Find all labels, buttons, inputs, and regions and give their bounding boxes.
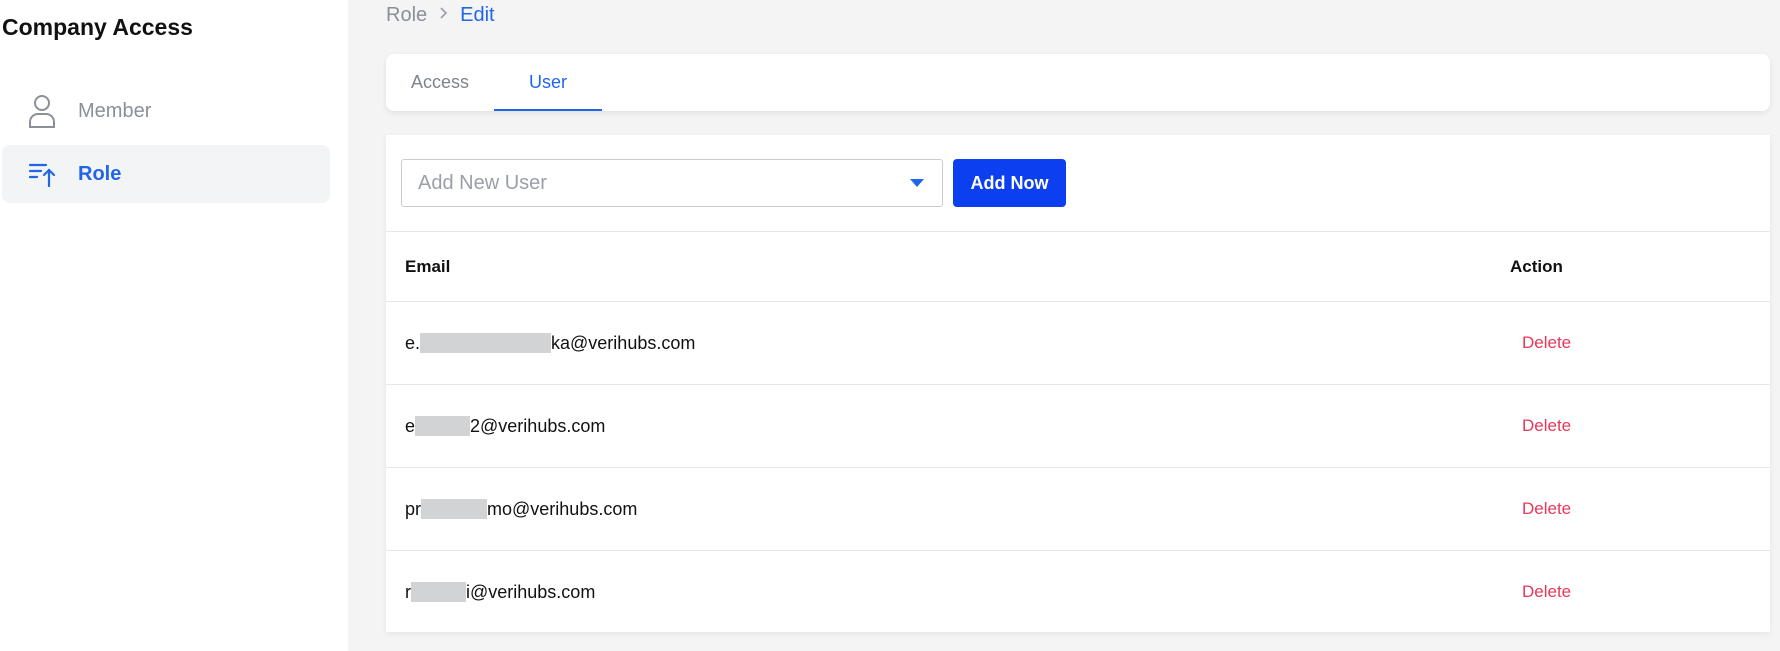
sidebar-item-label: Role bbox=[78, 162, 122, 185]
email-prefix: pr bbox=[405, 498, 422, 519]
add-new-user-select[interactable]: Add New User bbox=[401, 159, 943, 207]
column-header-email: Email bbox=[405, 256, 451, 276]
delete-button[interactable]: Delete bbox=[1522, 468, 1571, 550]
sidebar-item-label: Member bbox=[78, 99, 152, 122]
sidebar-item-role[interactable]: Role bbox=[2, 145, 330, 203]
email-cell: e. ka@verihubs.com bbox=[405, 302, 695, 384]
sidebar-item-member[interactable]: Member bbox=[2, 82, 330, 140]
app-title: Company Access bbox=[2, 14, 193, 40]
email-cell: e 2@verihubs.com bbox=[405, 385, 605, 467]
redacted-block bbox=[415, 416, 471, 436]
delete-button[interactable]: Delete bbox=[1522, 551, 1571, 633]
tab-user[interactable]: User bbox=[494, 54, 602, 111]
table-row: e. ka@verihubs.com Delete bbox=[386, 301, 1770, 384]
email-suffix: ka@verihubs.com bbox=[551, 332, 696, 353]
breadcrumb-edit: Edit bbox=[460, 4, 495, 26]
breadcrumb-role[interactable]: Role bbox=[386, 4, 427, 27]
users-table: Email Action e. ka@verihubs.com Delete e 2… bbox=[386, 231, 1770, 633]
tabs-bar: Access User bbox=[386, 54, 1770, 111]
person-icon bbox=[26, 93, 58, 129]
table-header: Email Action bbox=[386, 231, 1770, 301]
chevron-right-icon bbox=[439, 6, 448, 25]
user-panel: Add New User Add Now Email Action e. ka@v… bbox=[386, 135, 1770, 632]
tab-access[interactable]: Access bbox=[386, 54, 494, 111]
email-cell: r i@verihubs.com bbox=[405, 551, 595, 633]
table-row: e 2@verihubs.com Delete bbox=[386, 384, 1770, 467]
sort-arrow-up-icon bbox=[26, 156, 58, 192]
email-prefix: e. bbox=[405, 332, 421, 353]
redacted-block bbox=[420, 333, 552, 353]
delete-button[interactable]: Delete bbox=[1522, 302, 1571, 384]
redacted-block bbox=[421, 499, 488, 519]
email-cell: pr mo@verihubs.com bbox=[405, 468, 637, 550]
main-content: Role Edit Access User Add New User Add N… bbox=[348, 0, 1780, 651]
delete-button[interactable]: Delete bbox=[1522, 385, 1571, 467]
email-suffix: mo@verihubs.com bbox=[487, 498, 638, 519]
column-header-action: Action bbox=[1510, 256, 1563, 276]
add-now-button[interactable]: Add Now bbox=[953, 159, 1066, 207]
redacted-block bbox=[411, 582, 466, 602]
caret-down-icon bbox=[910, 179, 924, 187]
sidebar: Company Access Member Role bbox=[0, 0, 348, 651]
table-row: pr mo@verihubs.com Delete bbox=[386, 467, 1770, 550]
table-row: r i@verihubs.com Delete bbox=[386, 550, 1770, 633]
email-suffix: i@verihubs.com bbox=[466, 581, 596, 602]
email-prefix: e bbox=[405, 415, 416, 436]
email-suffix: 2@verihubs.com bbox=[470, 415, 606, 436]
breadcrumb: Role Edit bbox=[386, 4, 495, 27]
select-placeholder: Add New User bbox=[418, 171, 547, 194]
